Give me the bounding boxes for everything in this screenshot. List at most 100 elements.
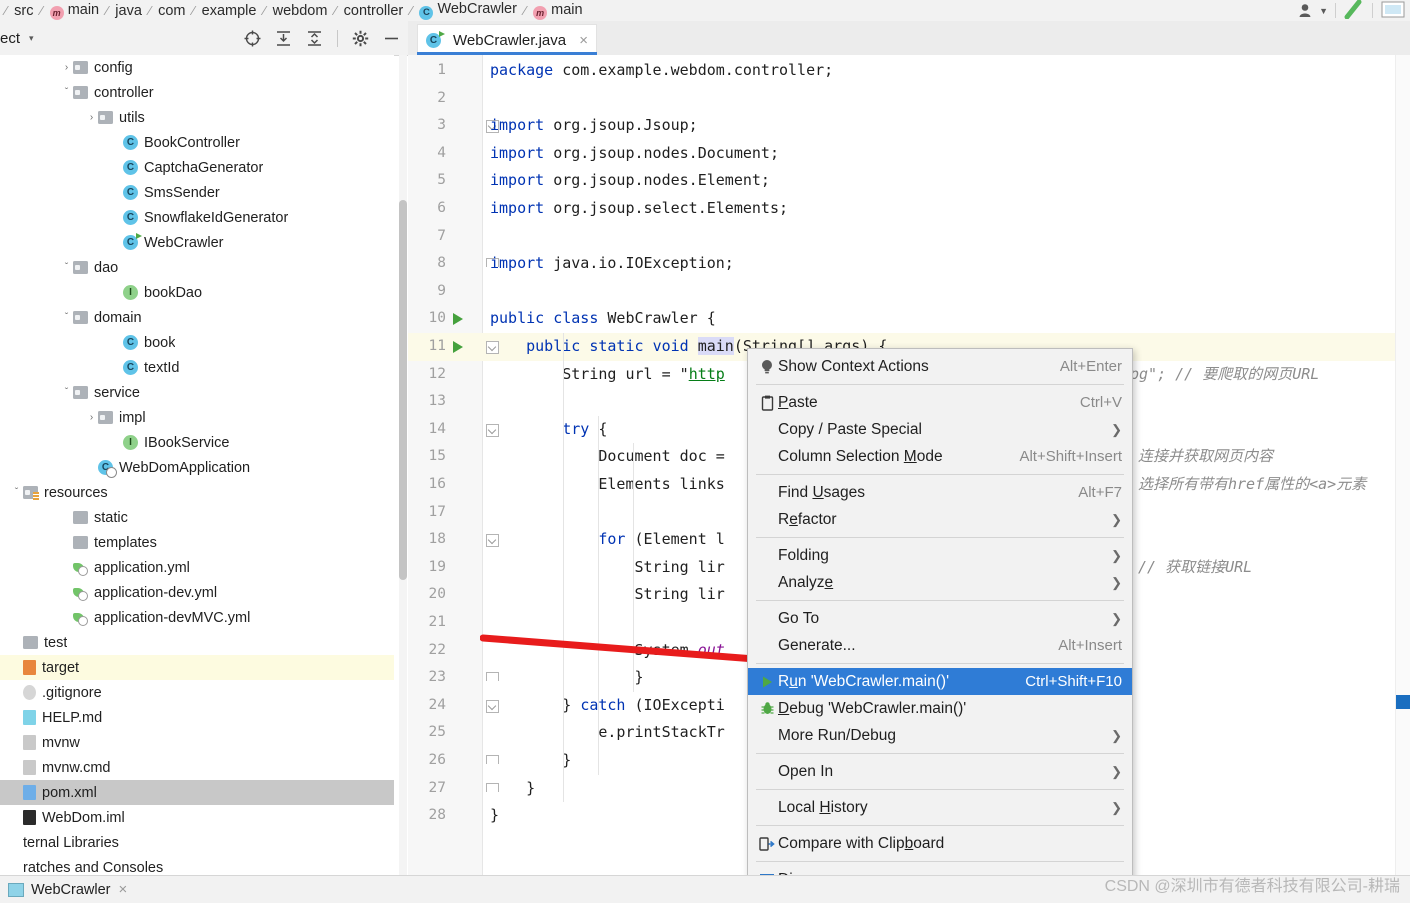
breadcrumb[interactable]: ⁄ src ⁄ m main ⁄ java ⁄ com ⁄ example ⁄ webdom ⁄ contr… bbox=[0, 0, 1410, 22]
chevron-down-icon[interactable]: ˇ bbox=[10, 487, 23, 498]
menu-item-show-context-actions[interactable]: Show Context Actions Alt+Enter bbox=[748, 353, 1132, 380]
expand-all-icon[interactable] bbox=[275, 30, 292, 47]
tree-item-smssender[interactable]: ​C SmsSender bbox=[0, 180, 394, 205]
breadcrumb-item-controller[interactable]: controller bbox=[342, 3, 406, 19]
tree-spacer[interactable]: ​ bbox=[60, 537, 73, 548]
tree-item-webcrawler[interactable]: ​CWebCrawler bbox=[0, 230, 394, 255]
code-line-4[interactable]: 4 import org.jsoup.nodes.Document; bbox=[408, 140, 1410, 168]
tree-spacer[interactable]: ​ bbox=[60, 612, 73, 623]
tree-spacer[interactable]: ​ bbox=[110, 362, 123, 373]
menu-item-compare-with-clipboard[interactable]: Compare with Clipboard bbox=[748, 830, 1132, 857]
chevron-down-icon[interactable]: ˇ bbox=[60, 87, 73, 98]
breadcrumb-item-example[interactable]: example bbox=[200, 3, 259, 19]
breadcrumb-item-src[interactable]: src bbox=[12, 3, 35, 19]
tree-item-book[interactable]: ​Cbook bbox=[0, 330, 394, 355]
tree-spacer[interactable]: ​ bbox=[60, 512, 73, 523]
tree-item-dao[interactable]: ˇ dao bbox=[0, 255, 394, 280]
user-profile-icon[interactable]: ▼ bbox=[1299, 3, 1328, 18]
tree-item-webdomapplication[interactable]: ​CWebDomApplication bbox=[0, 455, 394, 480]
code-line-6[interactable]: 6 import org.jsoup.select.Elements; bbox=[408, 195, 1410, 223]
tree-item-service[interactable]: ˇ service bbox=[0, 380, 394, 405]
sidebar-scrollbar-thumb[interactable] bbox=[399, 200, 407, 580]
chevron-down-icon[interactable]: ˇ bbox=[60, 312, 73, 323]
close-icon[interactable]: × bbox=[119, 881, 128, 898]
tree-spacer[interactable]: ​ bbox=[10, 787, 23, 798]
tree-spacer[interactable]: ​ bbox=[110, 337, 123, 348]
tree-spacer[interactable]: ​ bbox=[60, 562, 73, 573]
top-right-toolbar[interactable]: ▼ bbox=[1299, 0, 1410, 21]
tree-item-config[interactable]: › config bbox=[0, 55, 394, 80]
editor-marker-bar[interactable] bbox=[1395, 55, 1410, 875]
menu-item-run-webcrawler-main[interactable]: Run 'WebCrawler.main()' Ctrl+Shift+F10 bbox=[748, 668, 1132, 695]
menu-item-analyze[interactable]: Analyze ❯ bbox=[748, 569, 1132, 596]
layout-icon[interactable] bbox=[1380, 0, 1406, 22]
breadcrumb-item-java[interactable]: java bbox=[113, 3, 144, 19]
tree-item-ternal-libraries[interactable]: ​ternal Libraries bbox=[0, 830, 394, 855]
tree-item-help-md[interactable]: ​ HELP.md bbox=[0, 705, 394, 730]
code-line-7[interactable]: 7 bbox=[408, 223, 1410, 251]
menu-item-local-history[interactable]: Local History ❯ bbox=[748, 794, 1132, 821]
chevron-right-icon[interactable]: › bbox=[85, 412, 98, 423]
chevron-right-icon[interactable]: › bbox=[60, 62, 73, 73]
tree-spacer[interactable]: ​ bbox=[110, 437, 123, 448]
tree-item-pom-xml[interactable]: ​ pom.xml bbox=[0, 780, 394, 805]
tree-spacer[interactable]: ​ bbox=[10, 687, 23, 698]
tree-item-webdom-iml[interactable]: ​ WebDom.iml bbox=[0, 805, 394, 830]
settings-gear-icon[interactable] bbox=[352, 30, 369, 47]
tree-item-target[interactable]: ​ target bbox=[0, 655, 394, 680]
run-tab-webcrawler[interactable]: WebCrawler × bbox=[8, 881, 127, 898]
breadcrumb-item-webdom[interactable]: webdom bbox=[271, 3, 330, 19]
tree-item-application-devmvc-yml[interactable]: ​ application-devMVC.yml bbox=[0, 605, 394, 630]
breadcrumb-item-WebCrawler[interactable]: C WebCrawler bbox=[417, 1, 519, 20]
tree-item-static[interactable]: ​ static bbox=[0, 505, 394, 530]
hide-panel-icon[interactable] bbox=[383, 30, 400, 47]
code-line-9[interactable]: 9 bbox=[408, 278, 1410, 306]
tree-item-bookdao[interactable]: ​IbookDao bbox=[0, 280, 394, 305]
code-line-3[interactable]: 3 import org.jsoup.Jsoup; bbox=[408, 112, 1410, 140]
menu-item-folding[interactable]: Folding ❯ bbox=[748, 542, 1132, 569]
code-line-1[interactable]: 1 package com.example.webdom.controller; bbox=[408, 57, 1410, 85]
search-icon[interactable] bbox=[1343, 0, 1365, 22]
chevron-down-icon[interactable]: ▼ bbox=[1319, 6, 1328, 16]
chevron-down-icon[interactable]: ˇ bbox=[60, 387, 73, 398]
code-line-8[interactable]: 8 import java.io.IOException; bbox=[408, 250, 1410, 278]
tree-item-captchagenerator[interactable]: ​C CaptchaGenerator bbox=[0, 155, 394, 180]
tree-spacer[interactable]: ​ bbox=[110, 162, 123, 173]
tree-spacer[interactable]: ​ bbox=[110, 237, 123, 248]
tree-item-mvnw[interactable]: ​ mvnw bbox=[0, 730, 394, 755]
tree-item-bookcontroller[interactable]: ​C BookController bbox=[0, 130, 394, 155]
tree-item-resources[interactable]: ˇ resources bbox=[0, 480, 394, 505]
run-gutter-icon[interactable] bbox=[453, 313, 463, 326]
breadcrumb-item-com[interactable]: com bbox=[156, 3, 187, 19]
code-line-5[interactable]: 5 import org.jsoup.nodes.Element; bbox=[408, 167, 1410, 195]
tree-spacer[interactable]: ​ bbox=[85, 462, 98, 473]
breadcrumb-item-main[interactable]: m main bbox=[48, 2, 101, 20]
chevron-right-icon[interactable]: › bbox=[85, 112, 98, 123]
menu-item-column-selection-mode[interactable]: Column Selection Mode Alt+Shift+Insert bbox=[748, 443, 1132, 470]
locate-icon[interactable] bbox=[244, 30, 261, 47]
tree-item-templates[interactable]: ​ templates bbox=[0, 530, 394, 555]
chevron-down-icon[interactable]: ˇ bbox=[60, 262, 73, 273]
tree-item--gitignore[interactable]: ​ .gitignore bbox=[0, 680, 394, 705]
tree-item-controller[interactable]: ˇ controller bbox=[0, 80, 394, 105]
tree-spacer[interactable]: ​ bbox=[10, 762, 23, 773]
menu-item-open-in[interactable]: Open In ❯ bbox=[748, 758, 1132, 785]
tree-spacer[interactable]: ​ bbox=[10, 837, 23, 848]
tree-item-application-dev-yml[interactable]: ​ application-dev.yml bbox=[0, 580, 394, 605]
tree-item-textid[interactable]: ​CtextId bbox=[0, 355, 394, 380]
run-gutter-icon[interactable] bbox=[453, 341, 463, 353]
menu-item-generate[interactable]: Generate... Alt+Insert bbox=[748, 632, 1132, 659]
menu-item-more-run-debug[interactable]: More Run/Debug ❯ bbox=[748, 722, 1132, 749]
editor-context-menu[interactable]: Show Context Actions Alt+Enter Paste Ctrl+V… bbox=[747, 348, 1133, 894]
tree-item-impl[interactable]: › impl bbox=[0, 405, 394, 430]
code-line-10[interactable]: 10 public class WebCrawler { bbox=[408, 305, 1410, 333]
tree-spacer[interactable]: ​ bbox=[110, 187, 123, 198]
menu-item-paste[interactable]: Paste Ctrl+V bbox=[748, 389, 1132, 416]
tree-item-mvnw-cmd[interactable]: ​ mvnw.cmd bbox=[0, 755, 394, 780]
breadcrumb-item-main[interactable]: m main bbox=[531, 2, 584, 20]
collapse-all-icon[interactable] bbox=[306, 30, 323, 47]
tree-item-domain[interactable]: ˇ domain bbox=[0, 305, 394, 330]
tree-spacer[interactable]: ​ bbox=[10, 862, 23, 873]
tree-item-ibookservice[interactable]: ​I IBookService bbox=[0, 430, 394, 455]
tree-spacer[interactable]: ​ bbox=[10, 712, 23, 723]
